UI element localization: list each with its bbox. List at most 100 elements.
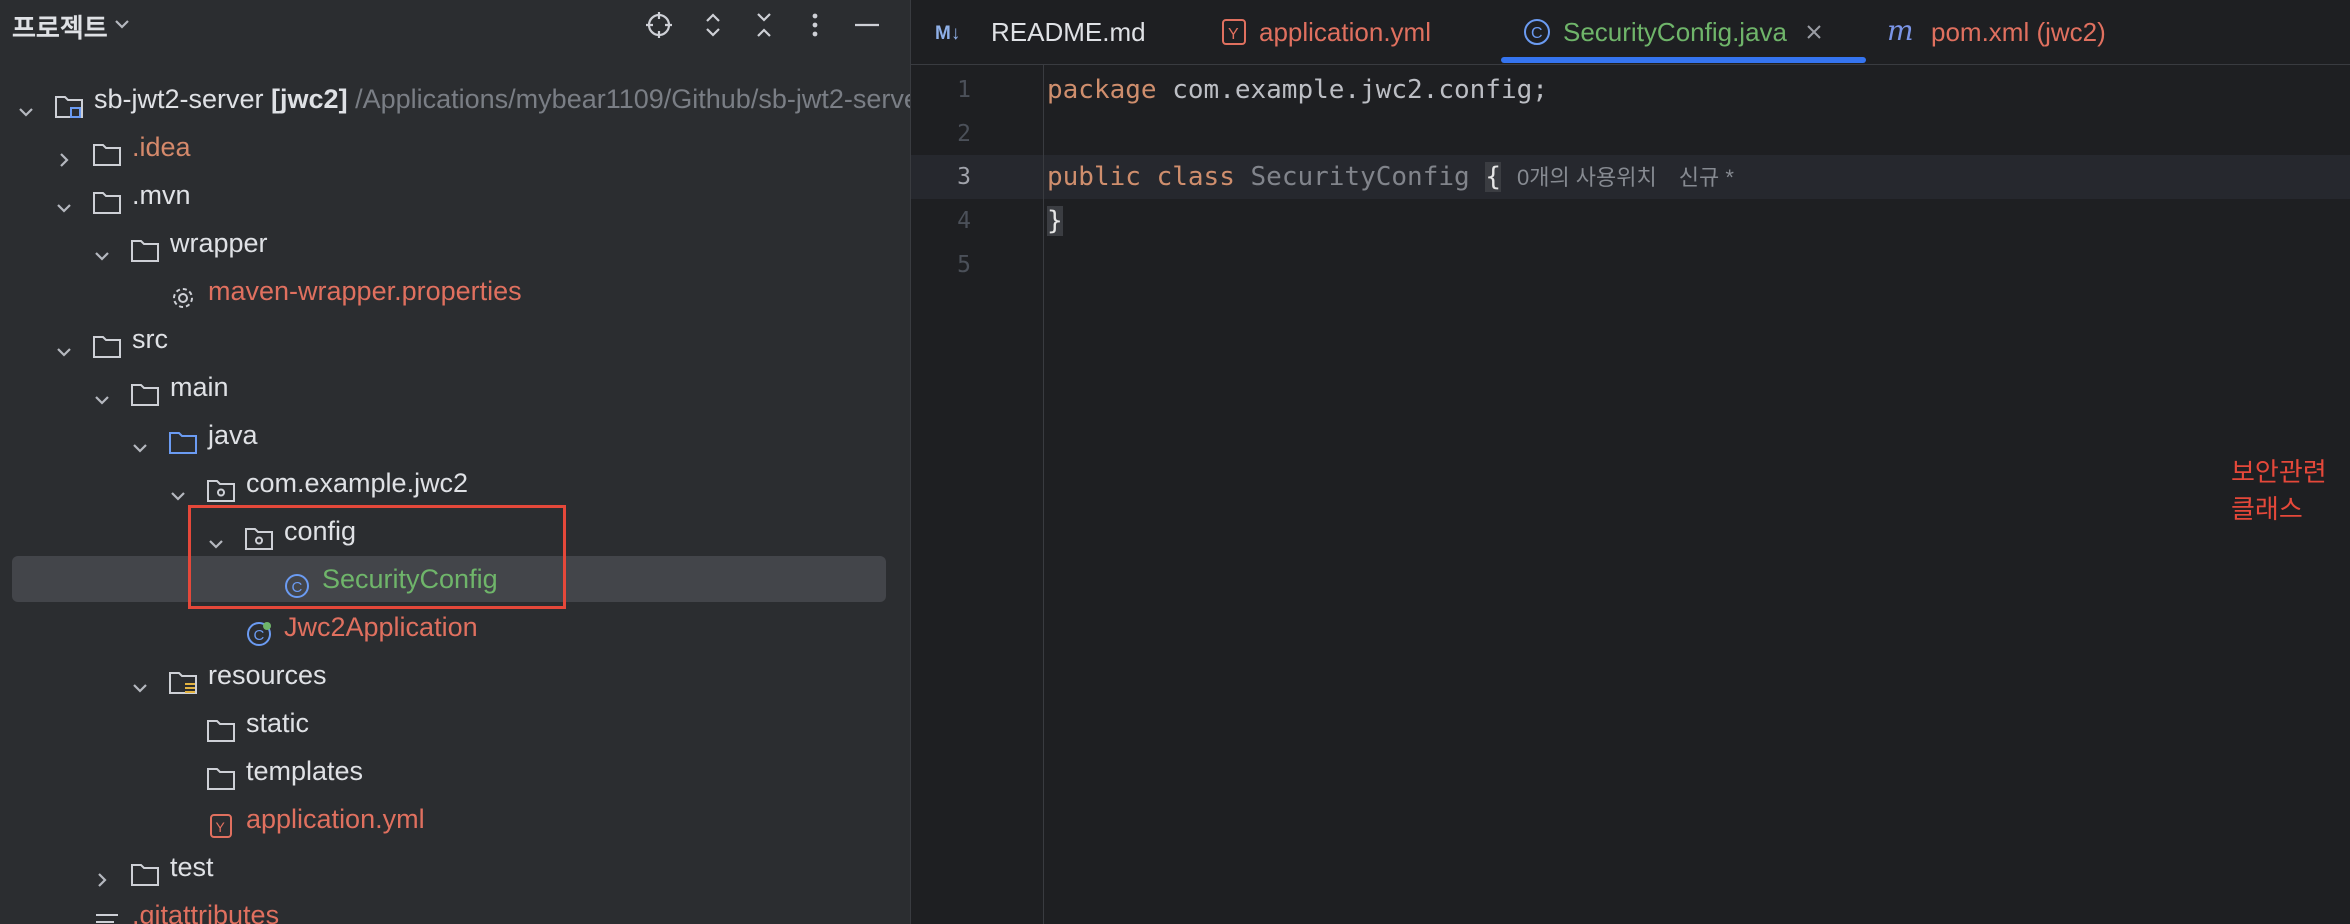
tree-item[interactable]: main bbox=[0, 363, 910, 411]
expand-all-icon[interactable] bbox=[695, 7, 731, 43]
tree-item-name: sb-jwt2-server bbox=[94, 84, 264, 114]
tab-application-yml[interactable]: Y application.yml bbox=[1221, 0, 1431, 64]
tree-item[interactable]: wrapper bbox=[0, 219, 910, 267]
tree-item[interactable]: .mvn bbox=[0, 171, 910, 219]
tree-item-label: resources bbox=[208, 651, 327, 699]
line-number: 2 bbox=[957, 121, 971, 147]
folder-icon bbox=[92, 182, 122, 214]
tree-item[interactable]: .idea bbox=[0, 123, 910, 171]
tree-item-label: .mvn bbox=[132, 171, 191, 219]
chevron-right-icon[interactable] bbox=[92, 857, 112, 887]
tree-item-name: .gitattributes bbox=[132, 900, 280, 924]
tree-item-label: .gitattributes bbox=[132, 891, 279, 924]
tree-item[interactable]: test bbox=[0, 843, 910, 891]
yaml-icon: Y bbox=[206, 806, 236, 838]
active-tab-indicator bbox=[1501, 57, 1866, 63]
editor-tab-bar: M↓ README.md Y application.yml C Securit… bbox=[911, 0, 2350, 65]
tree-item-label: .idea bbox=[132, 123, 191, 171]
chevron-right-icon[interactable] bbox=[54, 137, 74, 167]
line-number-gutter: 1 2 3 4 5 bbox=[911, 64, 1044, 924]
spring-class-icon: C bbox=[244, 614, 274, 646]
vcs-status-inlay-hint[interactable]: 신규 * bbox=[1679, 165, 1734, 190]
tree-item[interactable]: .gitattributes bbox=[0, 891, 910, 924]
tree-item[interactable]: sb-jwt2-server [jwc2] /Applications/mybe… bbox=[0, 75, 910, 123]
tree-item-label: src bbox=[132, 315, 168, 363]
usages-inlay-hint[interactable]: 0개의 사용위치 bbox=[1517, 165, 1657, 190]
package-icon bbox=[206, 470, 236, 502]
tree-item[interactable]: templates bbox=[0, 747, 910, 795]
chevron-down-icon[interactable] bbox=[112, 14, 132, 39]
locate-icon[interactable] bbox=[641, 7, 677, 43]
folder-icon bbox=[206, 758, 236, 790]
chevron-down-icon[interactable] bbox=[130, 425, 150, 453]
tree-item-name: main bbox=[170, 372, 229, 402]
chevron-down-icon[interactable] bbox=[16, 89, 36, 117]
tree-item-name: static bbox=[246, 708, 310, 738]
tab-label: SecurityConfig.java bbox=[1563, 16, 1787, 47]
tab-security-config-java[interactable]: C SecurityConfig.java bbox=[1523, 0, 1823, 64]
class-icon: C bbox=[1523, 18, 1551, 46]
project-panel-title[interactable]: 프로젝트 bbox=[12, 8, 108, 45]
project-panel-header: 프로젝트 bbox=[0, 0, 910, 50]
tree-item-label: test bbox=[170, 843, 214, 891]
code-line-1[interactable]: package com.example.jwc2.config; bbox=[1047, 68, 1548, 112]
tab-pom-xml[interactable]: m pom.xml (jwc2) bbox=[1887, 0, 2106, 64]
svg-text:C: C bbox=[254, 627, 265, 644]
editor-area: M↓ README.md Y application.yml C Securit… bbox=[910, 0, 2350, 924]
tree-item[interactable]: C Jwc2Application bbox=[0, 603, 910, 651]
source-folder-icon bbox=[168, 422, 198, 454]
tree-item[interactable]: static bbox=[0, 699, 910, 747]
line-number: 3 bbox=[957, 164, 971, 190]
folder-icon bbox=[92, 134, 122, 166]
tree-item[interactable]: src bbox=[0, 315, 910, 363]
code-line-3[interactable]: public class SecurityConfig {0개의 사용위치 신규 … bbox=[1047, 155, 1734, 199]
yaml-icon: Y bbox=[1221, 18, 1247, 46]
chevron-down-icon[interactable] bbox=[54, 185, 74, 213]
hide-panel-icon[interactable] bbox=[849, 7, 885, 43]
chevron-down-icon[interactable] bbox=[54, 329, 74, 357]
tree-item[interactable]: java bbox=[0, 411, 910, 459]
gear-icon bbox=[168, 278, 198, 308]
keyword: public bbox=[1047, 162, 1141, 192]
tree-item[interactable]: Yapplication.yml bbox=[0, 795, 910, 843]
tab-label: README.md bbox=[991, 16, 1146, 47]
tree-item-name: application.yml bbox=[246, 804, 425, 834]
tree-item-label: java bbox=[208, 411, 258, 459]
tree-item[interactable]: resources bbox=[0, 651, 910, 699]
svg-text:m: m bbox=[1887, 18, 1914, 46]
chevron-down-icon[interactable] bbox=[92, 233, 112, 261]
class-name: SecurityConfig bbox=[1250, 162, 1470, 192]
tree-item-label: com.example.jwc2 bbox=[246, 459, 468, 507]
module-path: /Applications/mybear1109/Github/sb-jwt2-… bbox=[355, 84, 910, 114]
more-options-icon[interactable] bbox=[797, 7, 833, 43]
tree-item-name: resources bbox=[208, 660, 327, 690]
annotation-text: 보안관련 클래스 bbox=[2231, 457, 2327, 524]
code-line-4[interactable]: } bbox=[1047, 199, 1063, 243]
tree-item-name: Jwc2Application bbox=[284, 612, 478, 642]
tree-item-name: com.example.jwc2 bbox=[246, 468, 469, 498]
chevron-down-icon[interactable] bbox=[92, 377, 112, 405]
tree-item-name: wrapper bbox=[170, 228, 268, 258]
close-icon[interactable] bbox=[1805, 23, 1823, 41]
tree-item-label: sb-jwt2-server [jwc2] /Applications/mybe… bbox=[94, 75, 910, 123]
tree-item[interactable]: maven-wrapper.properties bbox=[0, 267, 910, 315]
chevron-down-icon[interactable] bbox=[168, 473, 188, 501]
chevron-down-icon[interactable] bbox=[130, 665, 150, 693]
line-number: 1 bbox=[957, 77, 971, 103]
line-number: 5 bbox=[957, 252, 971, 278]
line-number: 4 bbox=[957, 208, 971, 234]
folder-icon bbox=[130, 854, 160, 886]
tab-readme[interactable]: M↓ README.md bbox=[935, 0, 1146, 64]
tree-item-name: maven-wrapper.properties bbox=[208, 276, 522, 306]
tree-item[interactable]: com.example.jwc2 bbox=[0, 459, 910, 507]
markdown-icon: M↓ bbox=[935, 20, 979, 44]
tree-item-name: src bbox=[132, 324, 168, 354]
tab-label: application.yml bbox=[1259, 16, 1431, 47]
folder-icon bbox=[92, 326, 122, 358]
tree-item-label: wrapper bbox=[170, 219, 268, 267]
tree-item-label: application.yml bbox=[246, 795, 425, 843]
resources-folder-icon bbox=[168, 662, 198, 694]
collapse-all-icon[interactable] bbox=[746, 7, 782, 43]
package-name: com.example.jwc2.config; bbox=[1156, 75, 1548, 105]
project-panel: 프로젝트 sb-jwt2-server [jwc2] /Applications… bbox=[0, 0, 910, 924]
